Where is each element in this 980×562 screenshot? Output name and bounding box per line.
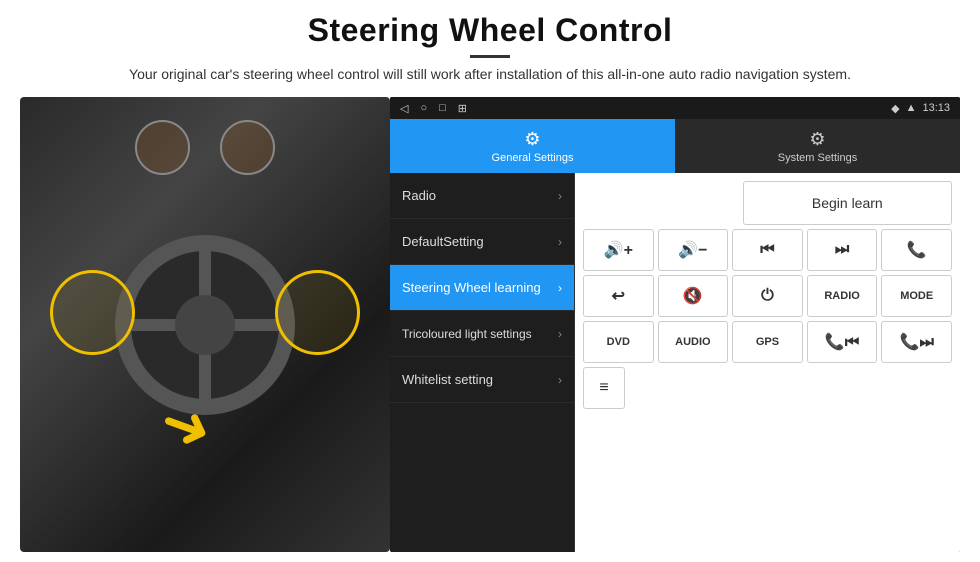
dash-hint: [135, 120, 275, 175]
last-row: ≡: [583, 367, 952, 409]
audio-button[interactable]: AUDIO: [658, 321, 729, 363]
tab-general-label: General Settings: [492, 152, 574, 164]
device-panel: ◁ ○ □ ⊞ ◆ ▲ 13:13 ⚙ General Settings: [390, 97, 960, 552]
wheel-center: [175, 295, 235, 355]
status-time: 13:13: [922, 102, 950, 114]
gps-button[interactable]: GPS: [732, 321, 803, 363]
title-divider: [470, 55, 510, 58]
vol-down-icon: 🔊−: [678, 240, 707, 260]
power-icon: ⏻: [761, 287, 774, 305]
highlight-circle-left: [50, 270, 135, 355]
vol-up-button[interactable]: 🔊+: [583, 229, 654, 271]
chevron-default: ›: [558, 235, 562, 249]
menu-label-whitelist: Whitelist setting: [402, 372, 493, 387]
status-bar: ◁ ○ □ ⊞ ◆ ▲ 13:13: [390, 97, 960, 119]
location-icon: ◆: [891, 102, 899, 115]
chevron-steering: ›: [558, 281, 562, 295]
menu-label-tricoloured: Tricoloured light settings: [402, 327, 532, 341]
dvd-button[interactable]: DVD: [583, 321, 654, 363]
home-nav-icon[interactable]: ○: [420, 102, 427, 115]
chevron-tricoloured: ›: [558, 327, 562, 341]
recent-nav-icon[interactable]: □: [439, 102, 446, 115]
call-icon: 📞: [907, 240, 927, 260]
tab-system-settings[interactable]: ⚙ System Settings: [675, 119, 960, 173]
highlight-circle-right: [275, 270, 360, 355]
power-button[interactable]: ⏻: [732, 275, 803, 317]
menu-label-steering: Steering Wheel learning: [402, 280, 541, 295]
begin-learn-label: Begin learn: [812, 195, 883, 211]
dvd-label: DVD: [607, 336, 630, 348]
list-icon-button[interactable]: ≡: [583, 367, 625, 409]
gauge-right: [220, 120, 275, 175]
chevron-radio: ›: [558, 189, 562, 203]
control-row-3: DVD AUDIO GPS 📞⏮ 📞⏭: [583, 321, 952, 363]
menu-item-tricoloured[interactable]: Tricoloured light settings ›: [390, 311, 574, 357]
begin-learn-row: Begin learn: [583, 181, 952, 225]
subtitle-text: Your original car's steering wheel contr…: [40, 64, 940, 85]
content-area: ➜ ◁ ○ □ ⊞ ◆ ▲ 13:13 ⚙: [0, 93, 980, 562]
prev-icon: ⏮: [760, 241, 774, 259]
page-title: Steering Wheel Control: [40, 12, 940, 49]
page-container: Steering Wheel Control Your original car…: [0, 0, 980, 562]
main-area: Radio › DefaultSetting › Steering Wheel …: [390, 173, 960, 552]
right-content: Begin learn 🔊+ 🔊− ⏮: [575, 173, 960, 552]
chevron-whitelist: ›: [558, 373, 562, 387]
status-right: ◆ ▲ 13:13: [891, 102, 950, 115]
menu-label-radio: Radio: [402, 188, 436, 203]
nav-icons: ◁ ○ □ ⊞: [400, 102, 467, 115]
next-icon: ⏭: [835, 241, 849, 259]
call-next-button[interactable]: 📞⏭: [881, 321, 952, 363]
system-settings-icon: ⚙: [809, 129, 825, 150]
empty-cell: [583, 181, 739, 225]
mode-button[interactable]: MODE: [881, 275, 952, 317]
mute-icon: 🔇: [683, 286, 703, 306]
steering-wheel: [115, 235, 295, 415]
header-section: Steering Wheel Control Your original car…: [0, 0, 980, 93]
gps-label: GPS: [756, 336, 779, 348]
radio-button[interactable]: RADIO: [807, 275, 878, 317]
menu-item-steering-wheel[interactable]: Steering Wheel learning ›: [390, 265, 574, 311]
mute-button[interactable]: 🔇: [658, 275, 729, 317]
audio-label: AUDIO: [675, 336, 710, 348]
next-button[interactable]: ⏭: [807, 229, 878, 271]
signal-icon: ▲: [906, 102, 917, 114]
back-nav-icon[interactable]: ◁: [400, 102, 408, 115]
radio-label: RADIO: [824, 290, 859, 302]
call-button[interactable]: 📞: [881, 229, 952, 271]
menu-label-default: DefaultSetting: [402, 234, 484, 249]
mode-label: MODE: [900, 290, 933, 302]
car-image-panel: ➜: [20, 97, 390, 552]
call-prev-icon: 📞⏮: [825, 332, 859, 352]
grid-nav-icon[interactable]: ⊞: [458, 102, 467, 115]
back-button[interactable]: ↩: [583, 275, 654, 317]
call-next-icon: 📞⏭: [900, 332, 934, 352]
prev-button[interactable]: ⏮: [732, 229, 803, 271]
menu-item-default-setting[interactable]: DefaultSetting ›: [390, 219, 574, 265]
vol-down-button[interactable]: 🔊−: [658, 229, 729, 271]
tab-general-settings[interactable]: ⚙ General Settings: [390, 119, 675, 173]
left-menu: Radio › DefaultSetting › Steering Wheel …: [390, 173, 575, 552]
gauge-left: [135, 120, 190, 175]
control-row-1: 🔊+ 🔊− ⏮ ⏭ 📞: [583, 229, 952, 271]
begin-learn-button[interactable]: Begin learn: [743, 181, 952, 225]
back-icon: ↩: [612, 286, 625, 306]
top-tabs: ⚙ General Settings ⚙ System Settings: [390, 119, 960, 173]
general-settings-icon: ⚙: [524, 129, 540, 150]
list-icon: ≡: [599, 379, 608, 397]
menu-item-radio[interactable]: Radio ›: [390, 173, 574, 219]
tab-system-label: System Settings: [778, 152, 857, 164]
call-prev-button[interactable]: 📞⏮: [807, 321, 878, 363]
control-row-2: ↩ 🔇 ⏻ RADIO MODE: [583, 275, 952, 317]
vol-up-icon: 🔊+: [604, 240, 633, 260]
menu-item-whitelist[interactable]: Whitelist setting ›: [390, 357, 574, 403]
